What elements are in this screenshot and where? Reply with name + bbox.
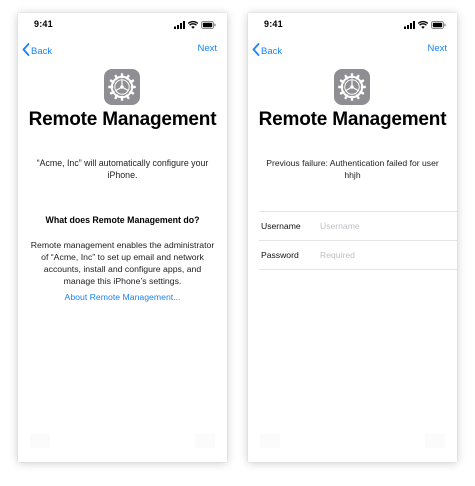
username-row: Username (259, 211, 457, 240)
status-icons (174, 20, 216, 29)
next-button[interactable]: Next (197, 43, 217, 54)
home-indicator-area-right (195, 434, 215, 448)
section-heading: What does Remote Management do? (45, 215, 200, 225)
password-row: Password (259, 240, 457, 270)
settings-gear-icon (334, 69, 370, 105)
wifi-icon (187, 16, 199, 34)
status-time: 9:41 (264, 19, 283, 29)
navigation-bar: Back Next (248, 41, 457, 59)
password-label: Password (261, 250, 299, 260)
back-label: Back (31, 45, 53, 57)
status-bar: 9:41 (18, 13, 227, 35)
back-button[interactable]: Back (22, 43, 52, 59)
back-button[interactable]: Back (252, 43, 282, 59)
enrollment-screen-login: 9:41 Back Next Remote Management Previou… (248, 13, 457, 462)
chevron-left-icon (22, 43, 30, 59)
username-input[interactable] (320, 218, 440, 233)
about-remote-management-link[interactable]: About Remote Management... (18, 292, 227, 302)
back-label: Back (261, 45, 283, 57)
battery-icon (201, 16, 216, 34)
username-label: Username (261, 221, 301, 231)
status-time: 9:41 (34, 19, 53, 29)
settings-gear-icon (104, 69, 140, 105)
navigation-bar: Back Next (18, 41, 227, 59)
wifi-icon (417, 16, 429, 34)
home-indicator-area-left (260, 434, 280, 448)
next-button[interactable]: Next (427, 43, 447, 54)
login-form: Username Password (259, 211, 457, 270)
home-indicator-area-left (30, 434, 50, 448)
page-title: Remote Management (28, 109, 217, 130)
chevron-left-icon (252, 43, 260, 59)
failure-message: Previous failure: Authentication failed … (266, 158, 439, 180)
page-title: Remote Management (258, 109, 447, 130)
home-indicator-area-right (425, 434, 445, 448)
description-text: Remote management enables the administra… (30, 240, 215, 286)
battery-icon (431, 16, 446, 34)
enrollment-screen-info: 9:41 Back Next Remote Management “Acme, … (18, 13, 227, 462)
enrollment-subtitle: “Acme, Inc” will automatically configure… (36, 158, 209, 180)
status-bar: 9:41 (248, 13, 457, 35)
password-input[interactable] (320, 247, 440, 262)
status-icons (404, 20, 446, 29)
signal-icon (404, 16, 415, 34)
signal-icon (174, 16, 185, 34)
